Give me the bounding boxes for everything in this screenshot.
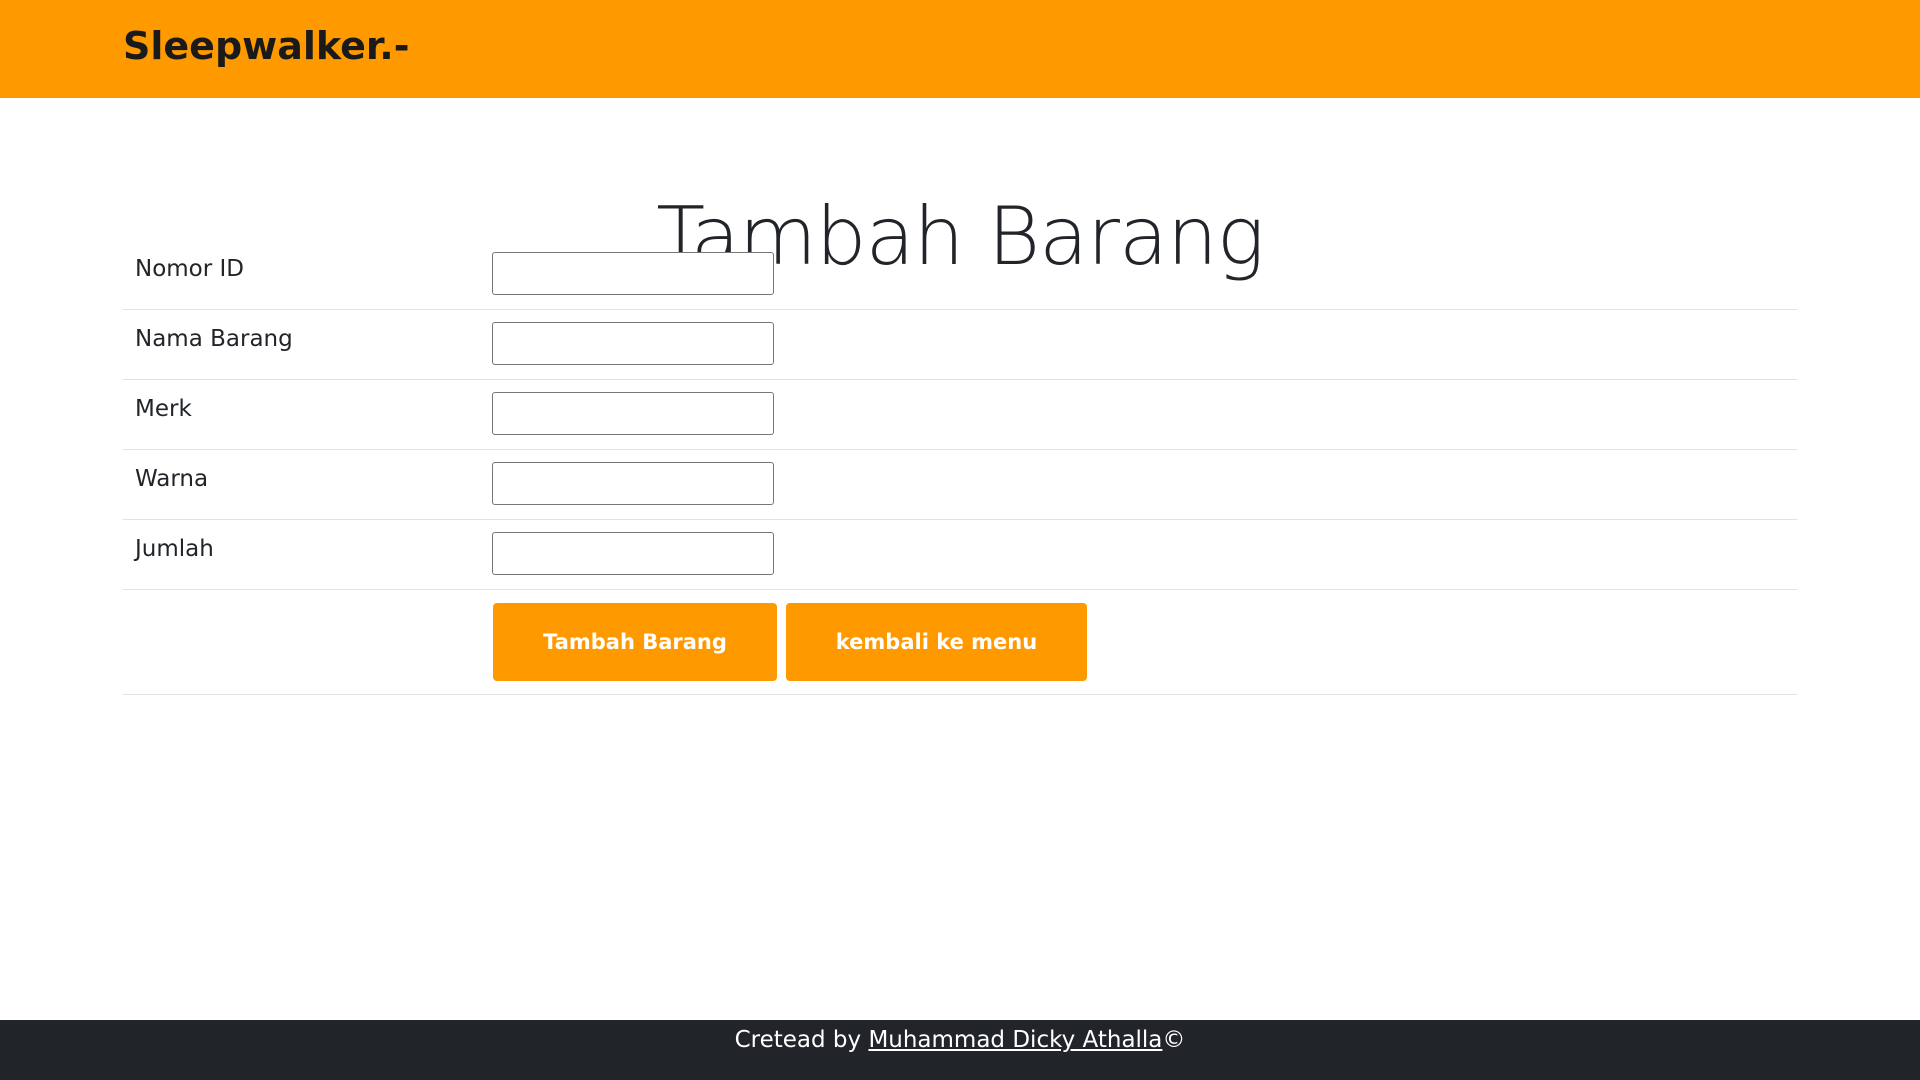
form-row-nama-barang: Nama Barang	[123, 310, 1797, 380]
nomor-id-label: Nomor ID	[135, 256, 245, 282]
footer-credit-prefix: Cretead by	[734, 1027, 869, 1053]
back-to-menu-button[interactable]: kembali ke menu	[786, 603, 1087, 681]
nama-barang-label: Nama Barang	[135, 326, 293, 352]
page-footer: Cretead by Muhammad Dicky Athalla©	[0, 1020, 1920, 1080]
form-row-warna: Warna	[123, 450, 1797, 520]
merk-label: Merk	[135, 396, 192, 422]
warna-label: Warna	[135, 466, 209, 492]
copyright-symbol: ©	[1162, 1027, 1186, 1053]
nomor-id-input[interactable]	[492, 252, 774, 295]
add-item-form: Nomor ID Nama Barang Merk Warna Jumlah T…	[123, 240, 1797, 695]
warna-input[interactable]	[492, 462, 774, 505]
top-navbar: Sleepwalker.-	[0, 0, 1920, 98]
form-row-nomor-id: Nomor ID	[123, 240, 1797, 310]
author-link[interactable]: Muhammad Dicky Athalla	[868, 1027, 1162, 1053]
brand-logo-link[interactable]: Sleepwalker.-	[123, 24, 409, 68]
tambah-barang-button[interactable]: Tambah Barang	[493, 603, 777, 681]
merk-input[interactable]	[492, 392, 774, 435]
jumlah-input[interactable]	[492, 532, 774, 575]
jumlah-label: Jumlah	[135, 536, 214, 562]
form-row-jumlah: Jumlah	[123, 520, 1797, 590]
form-row-actions: Tambah Barang kembali ke menu	[123, 590, 1797, 695]
nama-barang-input[interactable]	[492, 322, 774, 365]
form-row-merk: Merk	[123, 380, 1797, 450]
